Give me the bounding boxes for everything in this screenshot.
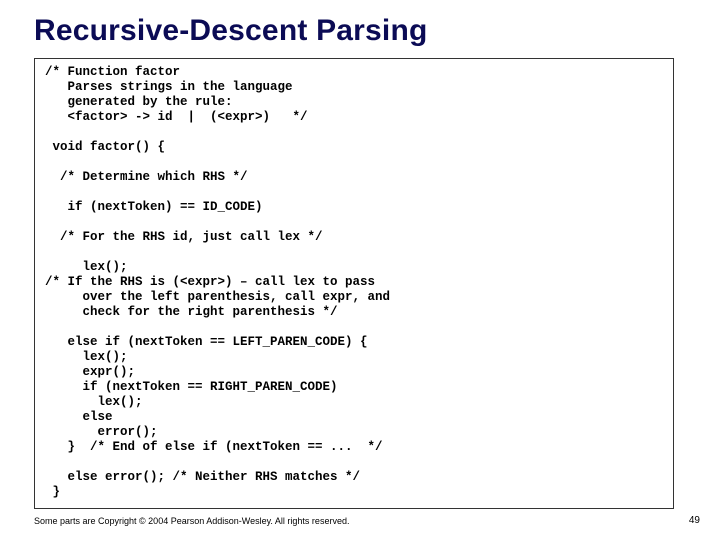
page-number: 49 (689, 515, 700, 526)
slide: Recursive-Descent Parsing /* Function fa… (0, 0, 720, 540)
code-content: /* Function factor Parses strings in the… (45, 65, 663, 500)
code-box: /* Function factor Parses strings in the… (34, 58, 674, 509)
copyright-footer: Some parts are Copyright © 2004 Pearson … (34, 516, 349, 526)
slide-title: Recursive-Descent Parsing (34, 14, 686, 48)
